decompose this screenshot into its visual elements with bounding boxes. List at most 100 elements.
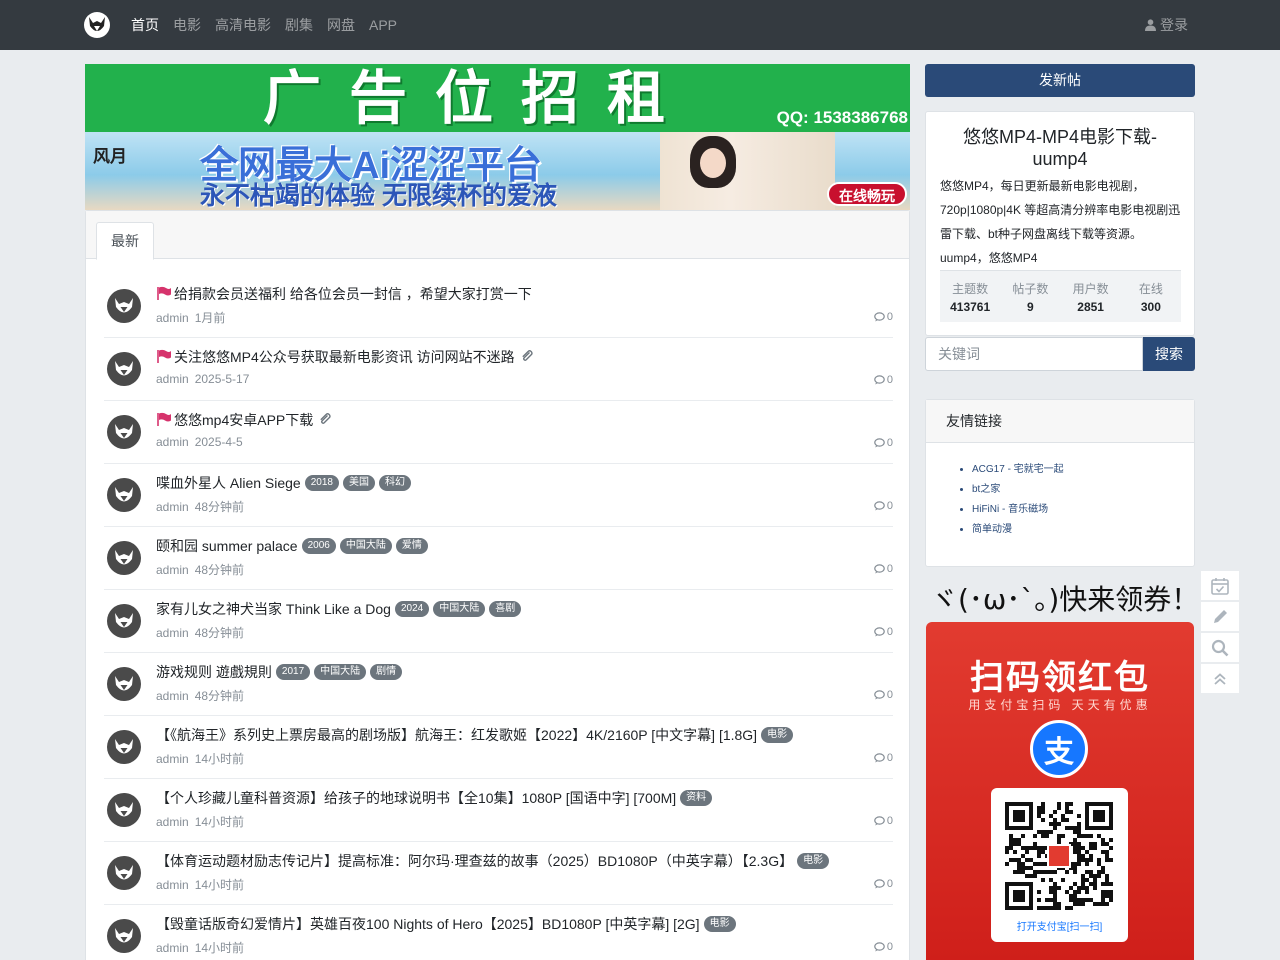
thread-title-link[interactable]: 游戏规则 遊戲規則 (156, 662, 272, 682)
checkin-button[interactable] (1200, 570, 1240, 601)
thread-tag-badge[interactable]: 2006 (301, 538, 336, 554)
thread-tag-badge[interactable]: 资料 (680, 790, 713, 806)
thread-row[interactable]: 家有儿女之神犬当家 Think Like a Dog 2024 中国大陆 喜剧 admi… (104, 590, 893, 653)
thread-date: 48分钟前 (194, 626, 245, 640)
reply-count-value: 0 (886, 689, 893, 701)
thread-title-link[interactable]: 【毁童话版奇幻爱情片】英雄百夜100 Nights of Hero【2025】B… (156, 914, 700, 934)
thread-tag-badge[interactable]: 电影 (761, 727, 794, 743)
search-float-button[interactable] (1200, 632, 1240, 663)
stat-label: 用户数 (1072, 282, 1109, 296)
thread-title-link[interactable]: 【个人珍藏儿童科普资源】给孩子的地球说明书【全10集】1080P [国语中字] … (156, 788, 676, 808)
friend-link-acg17[interactable]: ACG17 - 宅就宅一起 (972, 464, 1064, 475)
avatar[interactable] (107, 856, 141, 890)
friend-link-btzhijia[interactable]: bt之家 (972, 484, 1000, 495)
site-title: 悠悠MP4-MP4电影下载-uump4 (962, 127, 1157, 169)
alipay-redpacket-ad[interactable]: 扫码领红包 用支付宝扫码 天天有优惠 支 打开支付宝[扫一扫] (926, 622, 1194, 960)
thread-tag-badge[interactable]: 2017 (275, 664, 311, 680)
thread-row[interactable]: 颐和园 summer palace 2006 中国大陆 爱情 admin 48分钟前 0 (104, 527, 893, 590)
nav-link-movies[interactable]: 电影 (173, 15, 201, 35)
search-button[interactable]: 搜索 (1143, 337, 1195, 371)
tab-latest[interactable]: 最新 (96, 222, 154, 260)
thread-tag-badge[interactable]: 2024 (394, 601, 430, 617)
reply-count-value: 0 (886, 878, 893, 890)
avatar[interactable] (107, 478, 141, 512)
reply-count-value: 0 (886, 374, 893, 386)
thread-title-line: 游戏规则 遊戲規則 2017 中国大陆 剧情 (156, 662, 403, 682)
reply-count-value: 0 (886, 311, 893, 323)
thread-author[interactable]: admin (156, 689, 189, 703)
login-link[interactable]: 登录 (1145, 0, 1188, 50)
thread-author[interactable]: admin (156, 626, 189, 640)
avatar[interactable] (107, 793, 141, 827)
search-input[interactable] (925, 337, 1143, 371)
thread-author[interactable]: admin (156, 815, 189, 829)
avatar[interactable] (107, 415, 141, 449)
thread-title-link[interactable]: 【体育运动题材励志传记片】提高标准：阿尔玛·理查兹的故事（2025）BD1080… (156, 851, 793, 871)
avatar[interactable] (107, 352, 141, 386)
ad-banner-ai[interactable]: 风月 全网最大Ai涩涩平台 永不枯竭的体验 无限续杯的爱液 在线畅玩 (85, 132, 910, 210)
thread-row[interactable]: 【《航海王》系列史上票房最高的剧场版】航海王：红发歌姬【2022】4K/2160… (104, 716, 893, 779)
thread-author[interactable]: admin (156, 941, 189, 955)
thread-row[interactable]: 【毁童话版奇幻爱情片】英雄百夜100 Nights of Hero【2025】B… (104, 905, 893, 960)
avatar[interactable] (107, 541, 141, 575)
thread-tag-badge[interactable]: 电影 (703, 916, 736, 932)
avatar[interactable] (107, 919, 141, 953)
thread-row[interactable]: 关注悠悠MP4公众号获取最新电影资讯 访问网站不迷路 admin 2025-5-17… (104, 338, 893, 401)
thread-row[interactable]: 游戏规则 遊戲規則 2017 中国大陆 剧情 admin 48分钟前 0 (104, 653, 893, 716)
thread-author[interactable]: admin (156, 500, 189, 514)
thread-title-link[interactable]: 【《航海王》系列史上票房最高的剧场版】航海王：红发歌姬【2022】4K/2160… (156, 725, 757, 745)
friend-link-jiandan[interactable]: 简单动漫 (972, 524, 1012, 535)
thread-tag-badge[interactable]: 电影 (797, 853, 830, 869)
thread-tag-badge[interactable]: 中国大陆 (314, 664, 367, 680)
thread-tag-badge[interactable]: 美国 (342, 475, 375, 491)
thread-author[interactable]: admin (156, 372, 189, 386)
avatar[interactable] (107, 730, 141, 764)
thread-title-link[interactable]: 家有儿女之神犬当家 Think Like a Dog (156, 599, 391, 619)
thread-author[interactable]: admin (156, 311, 189, 325)
thread-row[interactable]: 给捐款会员送福利 给各位会员一封信 ，希望大家打赏一下 admin 1月前 0 (104, 275, 893, 338)
thread-title-link[interactable]: 喋血外星人 Alien Siege (156, 473, 301, 493)
user-avatar-icon (115, 550, 133, 565)
ad-banner-ai-play-button[interactable]: 在线畅玩 (827, 182, 907, 206)
nav-link-series[interactable]: 剧集 (285, 15, 313, 35)
thread-title-link[interactable]: 关注悠悠MP4公众号获取最新电影资讯 访问网站不迷路 (174, 347, 515, 367)
nav-link-netdisk[interactable]: 网盘 (327, 15, 355, 35)
redpacket-subtitle: 用支付宝扫码 天天有优惠 (968, 698, 1152, 712)
avatar[interactable] (107, 604, 141, 638)
new-post-button[interactable]: 发新帖 (925, 64, 1195, 97)
ad-banner-rent[interactable]: 广告位招租 QQ: 1538386768 (85, 64, 910, 132)
thread-tag-badge[interactable]: 中国大陆 (433, 601, 486, 617)
avatar[interactable] (107, 289, 141, 323)
thread-title-link[interactable]: 颐和园 summer palace (156, 536, 298, 556)
thread-author[interactable]: admin (156, 752, 189, 766)
thread-author[interactable]: admin (156, 878, 189, 892)
thread-title-link[interactable]: 悠悠mp4安卓APP下载 (174, 410, 313, 430)
user-avatar-icon (115, 298, 133, 313)
nav-link-hd-movies[interactable]: 高清电影 (215, 15, 271, 35)
friend-link-item: bt之家 (972, 480, 1064, 500)
friend-link-hifini[interactable]: HiFiNi - 音乐磁场 (972, 504, 1048, 515)
thread-meta: admin 14小时前 (156, 750, 244, 767)
thread-author[interactable]: admin (156, 563, 189, 577)
back-to-top-button[interactable] (1200, 663, 1240, 694)
nav-link-app[interactable]: APP (369, 17, 397, 33)
nav-link-home[interactable]: 首页 (131, 15, 159, 35)
reply-count-value: 0 (886, 563, 893, 575)
avatar[interactable] (107, 667, 141, 701)
thread-tag-badge[interactable]: 中国大陆 (339, 538, 392, 554)
compose-button[interactable] (1200, 601, 1240, 632)
thread-tag-badge[interactable]: 科幻 (378, 475, 411, 491)
thread-row[interactable]: 喋血外星人 Alien Siege 2018 美国 科幻 admin 48分钟前 0 (104, 464, 893, 527)
thread-tag-badge[interactable]: 喜剧 (489, 601, 522, 617)
thread-row[interactable]: 【体育运动题材励志传记片】提高标准：阿尔玛·理查兹的故事（2025）BD1080… (104, 842, 893, 905)
site-logo-icon[interactable] (84, 12, 110, 38)
thread-meta: admin 48分钟前 (156, 624, 244, 641)
thread-row[interactable]: 悠悠mp4安卓APP下载 admin 2025-4-5 0 (104, 401, 893, 464)
thread-tag-badge[interactable]: 2018 (304, 475, 339, 491)
thread-title-link[interactable]: 给捐款会员送福利 给各位会员一封信 ，希望大家打赏一下 (174, 284, 532, 304)
thread-tag-badge[interactable]: 爱情 (395, 538, 428, 554)
thread-tag-badge[interactable]: 剧情 (370, 664, 403, 680)
thread-author[interactable]: admin (156, 435, 189, 449)
thread-row[interactable]: 【个人珍藏儿童科普资源】给孩子的地球说明书【全10集】1080P [国语中字] … (104, 779, 893, 842)
thread-date: 2025-4-5 (194, 435, 243, 449)
